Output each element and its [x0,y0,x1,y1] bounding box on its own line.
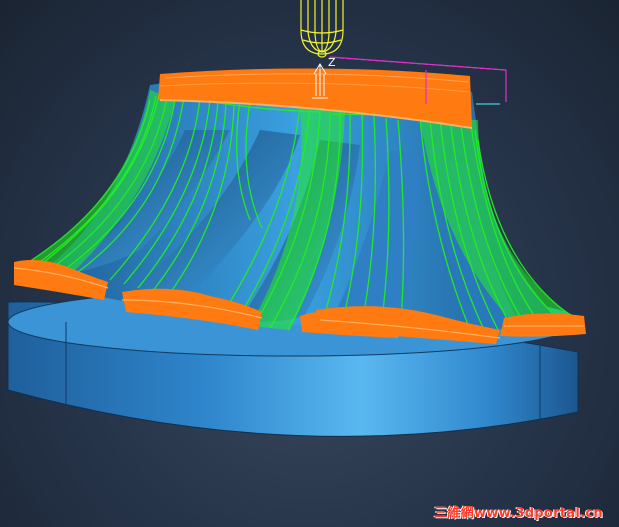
impeller-toolpath-scene: Z [7,0,586,437]
ball-end-cutter-icon[interactable] [300,0,344,58]
watermark: 三維網www.3dportal.cn [434,506,603,521]
z-axis-label: Z [328,56,336,69]
cam-viewport[interactable]: Z 三維網www.3dportal.cn [0,0,619,527]
